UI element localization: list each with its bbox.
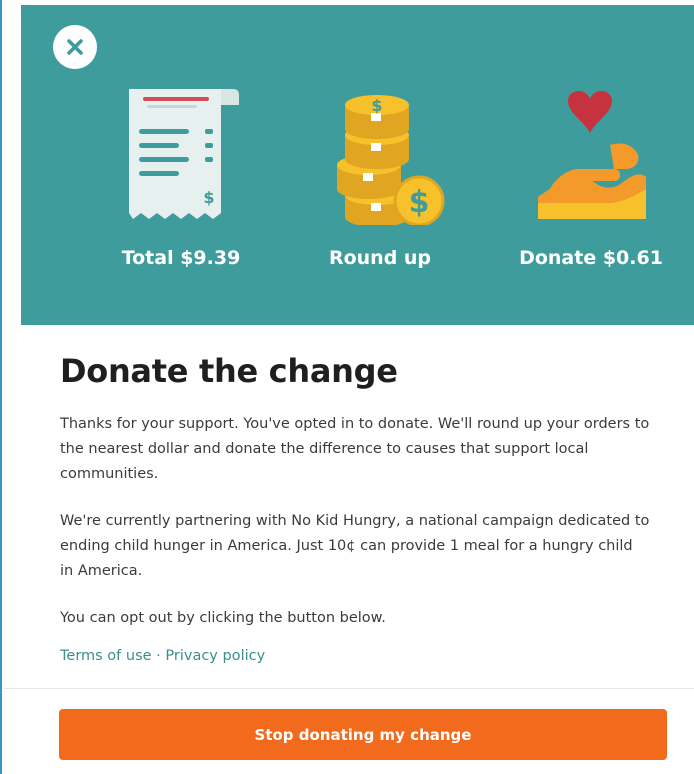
svg-text:$: $ [409,185,430,220]
description-paragraph-1: Thanks for your support. You've opted in… [60,416,650,482]
description-paragraph-3: You can opt out by clicking the button b… [60,610,386,626]
privacy-policy-link[interactable]: Privacy policy [165,648,265,664]
receipt-icon: $ [129,89,239,219]
legal-links: Terms of use · Privacy policy [60,648,265,664]
svg-text:$: $ [203,188,214,207]
heart-hand-icon [538,90,646,219]
donate-modal: $ Total $9.39 $ $ Round up Donate $0.61 … [0,0,694,774]
step-donate: Donate $0.61 [491,85,691,269]
terms-of-use-link[interactable]: Terms of use [60,648,152,664]
step-round-up-label: Round up [328,247,432,269]
content: Donate the change Thanks for your suppor… [60,352,650,653]
hero-banner: $ Total $9.39 $ $ Round up Donate $0.61 [21,5,694,325]
link-separator: · [151,648,166,664]
step-round-up: $ $ Round up [280,85,480,269]
coins-icon: $ $ [337,95,445,225]
step-total-label: Total $9.39 [121,247,241,269]
description-paragraph-2: We're currently partnering with No Kid H… [60,513,650,579]
modal-title: Donate the change [60,352,398,390]
step-donate-label: Donate $0.61 [519,247,663,269]
close-button[interactable] [53,25,97,69]
divider [4,688,694,689]
stop-donating-button[interactable]: Stop donating my change [59,709,667,760]
close-icon [67,39,83,55]
step-total: $ Total $9.39 [81,85,281,269]
svg-text:$: $ [371,96,382,115]
